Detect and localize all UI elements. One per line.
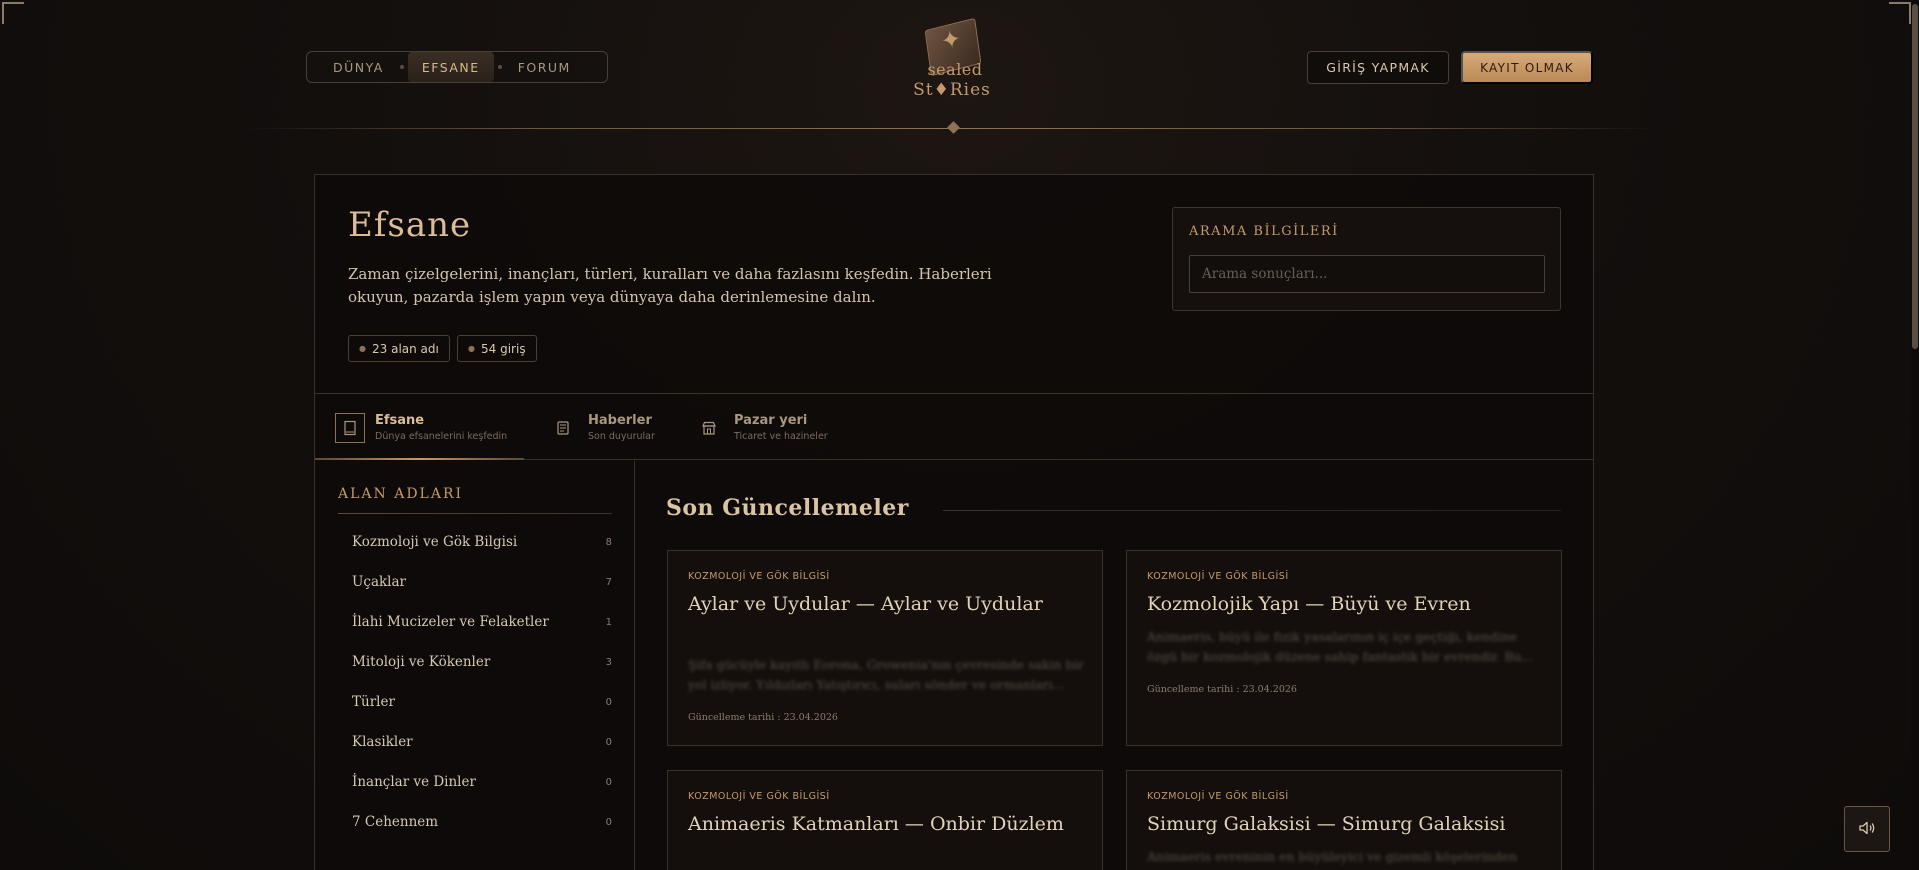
tab-efsane[interactable]: Efsane Dünya efsanelerini keşfedin — [335, 394, 507, 461]
card-excerpt: Şifa gücüyle kayıtlı Eorona, Growenia'nı… — [688, 657, 1084, 692]
tab-title: Efsane — [375, 413, 425, 428]
tab-subtitle: Son duyurular — [588, 431, 655, 442]
badge-count: 23 — [371, 341, 388, 356]
logo-text-line2: St♦Ries — [913, 80, 991, 100]
sidebar-item-label: Mitoloji ve Kökenler — [352, 654, 491, 670]
card-category: KOZMOLOJİ VE GÖK BİLGİSİ — [688, 571, 830, 582]
search-label: ARAMA BİLGİLERİ — [1189, 224, 1339, 239]
section-divider — [943, 510, 1561, 511]
site-logo[interactable]: ✦ sealed St♦Ries — [905, 17, 997, 102]
badge-label: giriş — [500, 341, 526, 356]
card-title: Aylar ve Uydular — Aylar ve Uydular — [688, 593, 1043, 615]
tab-subtitle: Ticaret ve hazineler — [734, 431, 828, 442]
card-title: Animaeris Katmanları — Onbir Düzlem — [688, 813, 1064, 835]
entry-count-badge: ● 54 giriş — [457, 335, 537, 362]
sidebar-item[interactable]: İnançlar ve Dinler 0 — [352, 770, 612, 794]
nav-item-efsane[interactable]: EFSANE — [407, 52, 494, 82]
domain-count-badge: ● 23 alan adı — [348, 335, 450, 362]
sidebar-item-count: 0 — [605, 696, 612, 708]
frame-corner-top-right — [1889, 2, 1911, 24]
nav-separator — [497, 65, 502, 69]
sidebar-item[interactable]: İlahi Mucizeler ve Felaketler 1 — [352, 610, 612, 634]
sidebar-item-label: Kozmoloji ve Gök Bilgisi — [352, 534, 518, 550]
tab-subtitle: Dünya efsanelerini keşfedin — [375, 431, 508, 442]
page-description: Zaman çizelgelerini, inançları, türleri,… — [348, 265, 992, 306]
sidebar-item[interactable]: Kozmoloji ve Gök Bilgisi 8 — [352, 530, 612, 554]
speaker-icon — [1858, 820, 1876, 839]
main-nav: DÜNYA EFSANE FORUM — [306, 51, 608, 83]
update-card[interactable]: KOZMOLOJİ VE GÖK BİLGİSİ Simurg Galaksis… — [1126, 770, 1562, 870]
sidebar-item-label: Türler — [352, 694, 395, 710]
sidebar-item-count: 0 — [605, 816, 612, 828]
sidebar-item[interactable]: 7 Cehennem 0 — [352, 810, 612, 834]
nav-item-forum[interactable]: FORUM — [506, 52, 583, 82]
badge-count: 54 — [480, 341, 497, 356]
card-title: Simurg Galaksisi — Simurg Galaksisi — [1147, 813, 1506, 835]
header-divider-ornament — [947, 121, 960, 134]
bullet-icon: ● — [468, 344, 475, 353]
card-date: Güncelleme tarihi : 23.04.2026 — [688, 712, 838, 723]
sidebar-item[interactable]: Türler 0 — [352, 690, 612, 714]
card-title: Kozmolojik Yapı — Büyü ve Evren — [1147, 593, 1471, 615]
active-tab-indicator — [315, 458, 524, 460]
newspaper-icon — [548, 413, 578, 443]
logo-text-line1: sealed — [927, 60, 983, 79]
tab-haberler[interactable]: Haberler Son duyurular — [548, 394, 655, 461]
badge-label: alan adı — [391, 341, 439, 356]
search-panel: ARAMA BİLGİLERİ — [1172, 207, 1561, 311]
update-card[interactable]: KOZMOLOJİ VE GÖK BİLGİSİ Aylar ve Uydula… — [667, 550, 1103, 746]
sound-toggle-button[interactable] — [1844, 806, 1890, 852]
sidebar-item[interactable]: Uçaklar 7 — [352, 570, 612, 594]
sidebar-item-label: İnançlar ve Dinler — [352, 774, 476, 790]
sidebar-divider — [338, 513, 612, 514]
register-button[interactable]: KAYIT OLMAK — [1461, 51, 1593, 84]
sidebar-item-label: İlahi Mucizeler ve Felaketler — [352, 614, 549, 630]
scrollbar-thumb[interactable] — [1912, 4, 1918, 349]
update-card[interactable]: KOZMOLOJİ VE GÖK BİLGİSİ Kozmolojik Yapı… — [1126, 550, 1562, 746]
card-category: KOZMOLOJİ VE GÖK BİLGİSİ — [1147, 791, 1289, 802]
store-icon — [694, 413, 724, 443]
tab-title: Pazar yeri — [734, 413, 808, 428]
tab-pazar-yeri[interactable]: Pazar yeri Ticaret ve hazineler — [694, 394, 828, 461]
bullet-icon: ● — [359, 344, 366, 353]
card-date: Güncelleme tarihi : 23.04.2026 — [1147, 684, 1297, 695]
card-category: KOZMOLOJİ VE GÖK BİLGİSİ — [1147, 571, 1289, 582]
sidebar-item[interactable]: Mitoloji ve Kökenler 3 — [352, 650, 612, 674]
sidebar-item-count: 0 — [605, 736, 612, 748]
card-excerpt: Animaeris evreninin en büyüleyici ve giz… — [1147, 849, 1518, 864]
sidebar-item-label: Klasikler — [352, 734, 413, 750]
sidebar-item-count: 8 — [605, 536, 612, 548]
lore-panel: Efsane Zaman çizelgelerini, inançları, t… — [314, 174, 1594, 870]
update-card[interactable]: KOZMOLOJİ VE GÖK BİLGİSİ Animaeris Katma… — [667, 770, 1103, 870]
card-category: KOZMOLOJİ VE GÖK BİLGİSİ — [688, 791, 830, 802]
section-tabs: Efsane Dünya efsanelerini keşfedin Haber… — [315, 393, 1593, 460]
search-input[interactable] — [1189, 255, 1545, 293]
card-excerpt: Animaeris, büyü ile fizik yasalarının iç… — [1147, 629, 1534, 664]
login-button[interactable]: GİRİŞ YAPMAK — [1307, 51, 1449, 84]
nav-item-dunya[interactable]: DÜNYA — [307, 52, 396, 82]
book-icon — [335, 412, 365, 443]
domains-sidebar: ALAN ADLARI Kozmoloji ve Gök Bilgisi 8 Uç… — [315, 461, 635, 870]
frame-corner-top-left — [2, 2, 24, 24]
sidebar-item-count: 3 — [605, 656, 612, 668]
nav-separator — [399, 65, 404, 69]
sidebar-item-label: Uçaklar — [352, 574, 406, 590]
tab-title: Haberler — [588, 413, 652, 428]
sidebar-item-count: 1 — [605, 616, 612, 628]
sidebar-item[interactable]: Klasikler 0 — [352, 730, 612, 754]
recent-updates-title: Son Güncellemeler — [666, 495, 909, 521]
sidebar-title: ALAN ADLARI — [338, 486, 464, 502]
page-title: Efsane — [348, 205, 472, 245]
sidebar-item-count: 0 — [605, 776, 612, 788]
sidebar-item-label: 7 Cehennem — [352, 814, 439, 830]
sidebar-item-count: 7 — [605, 576, 612, 588]
vertical-scrollbar[interactable] — [1911, 0, 1919, 870]
